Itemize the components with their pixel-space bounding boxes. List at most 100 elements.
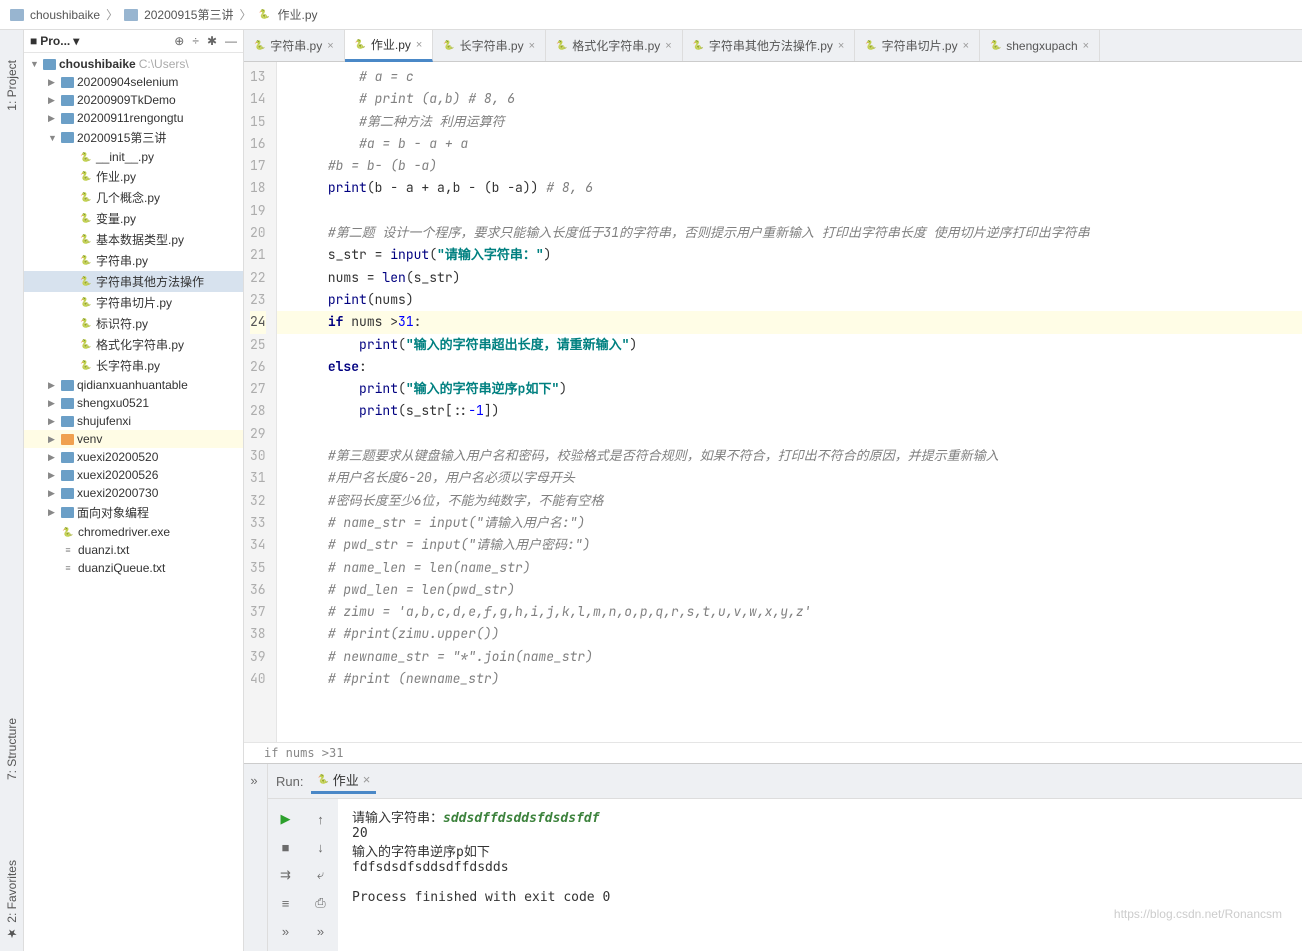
tree-row[interactable]: ▶venv — [24, 430, 243, 448]
tree-row[interactable]: 🐍基本数据类型.py — [24, 229, 243, 250]
tree-row[interactable]: 🐍长字符串.py — [24, 355, 243, 376]
file-icon: ≡ — [61, 561, 75, 575]
play-icon[interactable]: ▶ — [276, 809, 296, 829]
run-panel: » Run: 🐍 作业 × ▶↑ ■↓ — [244, 763, 1302, 951]
tab-structure[interactable]: 7: Structure — [2, 708, 22, 790]
tree-row[interactable]: ▶xuexi20200526 — [24, 466, 243, 484]
editor-tab[interactable]: 🐍长字符串.py× — [433, 30, 546, 61]
folder-icon — [61, 132, 74, 143]
python-icon: 🐍 — [355, 39, 366, 50]
close-icon[interactable]: × — [416, 39, 422, 51]
editor-tab[interactable]: 🐍格式化字符串.py× — [546, 30, 683, 61]
python-icon: 🐍 — [79, 317, 93, 331]
sidebar-title[interactable]: ■ Pro... ▾ — [30, 34, 79, 48]
run-toolbar: ▶ ↑ ■ ↓ ⇉ ⤶ ≡ ⎙ » » — [268, 799, 338, 951]
run-tab[interactable]: 🐍 作业 × — [311, 768, 376, 794]
python-icon: 🐍 — [79, 170, 93, 184]
tree-row[interactable]: 🐍变量.py — [24, 208, 243, 229]
breadcrumb-root[interactable]: choushibaike — [30, 8, 100, 22]
editor-tab[interactable]: 🐍作业.py× — [345, 30, 434, 62]
tree-row[interactable]: ▶20200904selenium — [24, 73, 243, 91]
close-icon[interactable]: × — [1083, 40, 1089, 52]
tree-row[interactable]: ▶面向对象编程 — [24, 502, 243, 523]
editor-area: 🐍字符串.py×🐍作业.py×🐍长字符串.py×🐍格式化字符串.py×🐍字符串其… — [244, 30, 1302, 951]
python-icon: 🐍 — [79, 296, 93, 310]
python-icon: 🐍 — [865, 40, 876, 51]
breadcrumb-folder[interactable]: 20200915第三讲 — [144, 6, 233, 23]
wrap-icon[interactable]: ⤶ — [311, 865, 331, 885]
folder-icon — [61, 452, 74, 463]
tree-root[interactable]: ▼ choushibaike C:\Users\ — [24, 55, 243, 73]
target-icon[interactable]: ⊕ — [174, 34, 184, 48]
project-tree[interactable]: ▼ choushibaike C:\Users\ ▶20200904seleni… — [24, 53, 243, 951]
tree-row[interactable]: 🐍字符串其他方法操作 — [24, 271, 243, 292]
python-icon: 🐍 — [79, 150, 93, 164]
close-icon[interactable]: × — [327, 40, 333, 52]
collapse-icon[interactable]: ÷ — [192, 34, 199, 48]
breadcrumb-file[interactable]: 作业.py — [278, 6, 318, 23]
tree-row[interactable]: ▼20200915第三讲 — [24, 127, 243, 148]
stop-icon[interactable]: ■ — [276, 837, 296, 857]
watermark: https://blog.csdn.net/Ronancsm — [1114, 907, 1282, 921]
tree-row[interactable]: ▶20200909TkDemo — [24, 91, 243, 109]
down-icon[interactable]: ↓ — [311, 837, 331, 857]
chevron-right-icon: 〉 — [239, 6, 251, 23]
editor-tab[interactable]: 🐍shengxupach× — [980, 30, 1100, 61]
code-content[interactable]: # a = c # print (a,b) # 8, 6 #第二种方法 利用运算… — [277, 62, 1302, 742]
folder-icon — [61, 398, 74, 409]
more-icon[interactable]: » — [276, 921, 296, 941]
tree-row[interactable]: ▶xuexi20200730 — [24, 484, 243, 502]
left-tool-gutter: 1: Project 7: Structure ★ 2: Favorites — [0, 30, 24, 951]
more-icon[interactable]: » — [244, 770, 264, 790]
filter-icon[interactable]: ≡ — [276, 893, 296, 913]
folder-icon — [61, 507, 74, 518]
python-icon: 🐍 — [556, 40, 567, 51]
folder-icon — [61, 488, 74, 499]
up-icon[interactable]: ↑ — [311, 809, 331, 829]
gear-icon[interactable]: ✱ — [207, 34, 217, 48]
print-icon[interactable]: ⎙ — [311, 893, 331, 913]
folder-icon — [43, 59, 56, 70]
tree-row[interactable]: 🐍作业.py — [24, 166, 243, 187]
python-icon: 🐍 — [990, 40, 1001, 51]
editor-tab[interactable]: 🐍字符串其他方法操作.py× — [683, 30, 856, 61]
tree-row[interactable]: ▶qidianxuanhuantable — [24, 376, 243, 394]
close-icon[interactable]: × — [529, 40, 535, 52]
close-icon[interactable]: × — [838, 40, 844, 52]
more-icon[interactable]: » — [311, 921, 331, 941]
tree-row[interactable]: 🐍标识符.py — [24, 313, 243, 334]
layout-icon[interactable]: ⇉ — [276, 865, 296, 885]
tab-project[interactable]: 1: Project — [2, 50, 22, 121]
run-output[interactable]: 请输入字符串：sddsdffdsddsfdsdsfdf 20 输入的字符串逆序p… — [338, 799, 624, 951]
tree-row[interactable]: 🐍字符串.py — [24, 250, 243, 271]
sidebar-header: ■ Pro... ▾ ⊕ ÷ ✱ — — [24, 30, 243, 53]
code-editor[interactable]: 1314151617181920212223242526272829303132… — [244, 62, 1302, 742]
tree-row[interactable]: ▶shujufenxi — [24, 412, 243, 430]
folder-icon — [61, 113, 74, 124]
tree-row[interactable]: ▶shengxu0521 — [24, 394, 243, 412]
tree-row[interactable]: 🐍几个概念.py — [24, 187, 243, 208]
editor-tabbar: 🐍字符串.py×🐍作业.py×🐍长字符串.py×🐍格式化字符串.py×🐍字符串其… — [244, 30, 1302, 62]
tree-row[interactable]: ▶20200911rengongtu — [24, 109, 243, 127]
close-icon[interactable]: × — [363, 772, 371, 787]
python-icon: 🐍 — [693, 40, 704, 51]
tree-row[interactable]: 🐍格式化字符串.py — [24, 334, 243, 355]
tree-row[interactable]: 🐍字符串切片.py — [24, 292, 243, 313]
python-icon: 🐍 — [258, 8, 272, 22]
tab-favorites[interactable]: ★ 2: Favorites — [2, 850, 22, 951]
close-icon[interactable]: × — [963, 40, 969, 52]
folder-icon — [61, 77, 74, 88]
python-icon: 🐍 — [254, 40, 265, 51]
python-icon: 🐍 — [79, 338, 93, 352]
tree-row[interactable]: 🐍chromedriver.exe — [24, 523, 243, 541]
editor-tab[interactable]: 🐍字符串切片.py× — [855, 30, 980, 61]
close-icon[interactable]: × — [665, 40, 671, 52]
editor-tab[interactable]: 🐍字符串.py× — [244, 30, 345, 61]
tree-row[interactable]: ▶xuexi20200520 — [24, 448, 243, 466]
tree-row[interactable]: 🐍__init__.py — [24, 148, 243, 166]
hide-icon[interactable]: — — [225, 34, 237, 48]
tree-row[interactable]: ≡duanzi.txt — [24, 541, 243, 559]
code-breadcrumb[interactable]: if nums >31 — [244, 742, 1302, 763]
python-icon: 🐍 — [61, 525, 75, 539]
tree-row[interactable]: ≡duanziQueue.txt — [24, 559, 243, 577]
